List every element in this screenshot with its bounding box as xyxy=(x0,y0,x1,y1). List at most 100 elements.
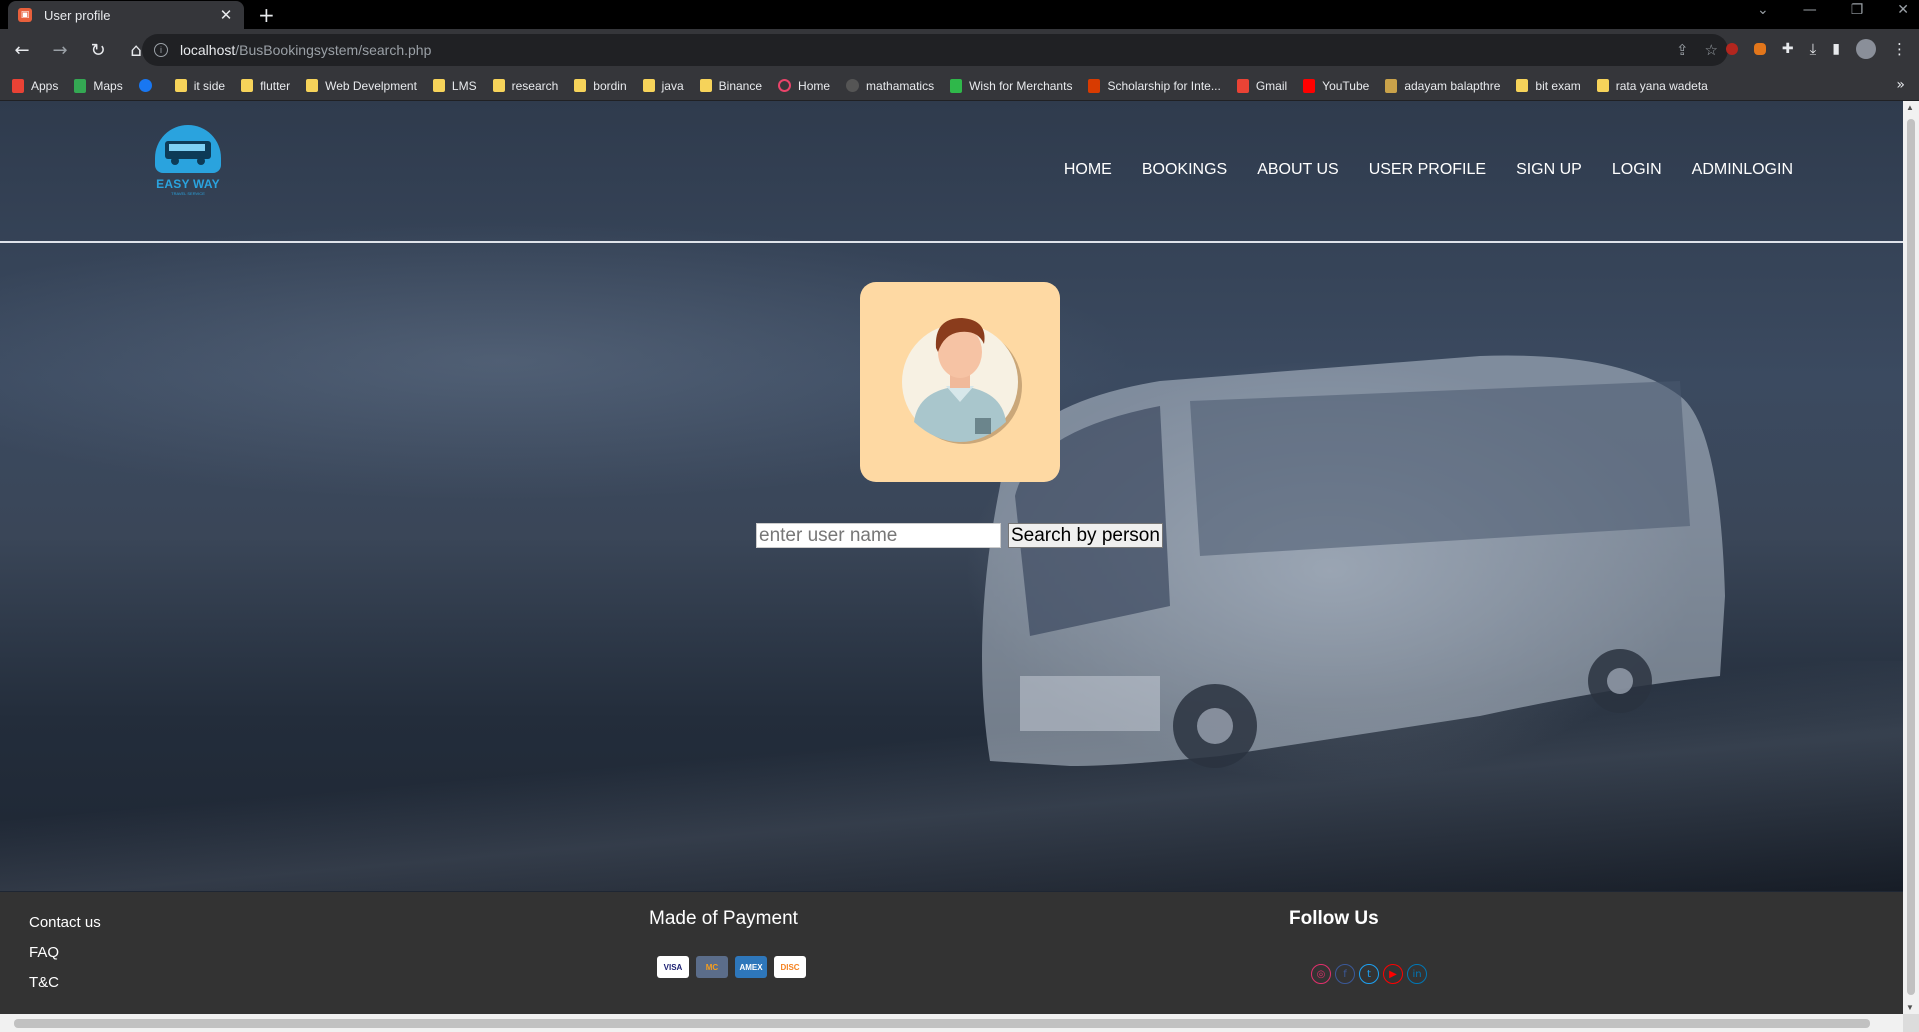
tab-user-profile[interactable]: ▣ User profile ✕ xyxy=(8,1,244,29)
share-icon[interactable]: ⇪ xyxy=(1676,41,1689,59)
horizontal-scroll-thumb[interactable] xyxy=(14,1019,1870,1028)
folder-icon xyxy=(306,79,319,92)
follow-us-title: Follow Us xyxy=(1289,908,1379,929)
tab-title: User profile xyxy=(44,7,111,23)
url-path: /BusBookingsystem/search.php xyxy=(235,42,432,58)
bookmark-item[interactable]: Apps xyxy=(12,78,58,93)
footer-link-faq[interactable]: FAQ xyxy=(29,944,101,961)
bookmark-item[interactable]: Home xyxy=(778,79,830,93)
bookmark-item[interactable]: Scholarship for Inte... xyxy=(1088,78,1221,93)
nav-about-us[interactable]: ABOUT US xyxy=(1257,161,1339,179)
facebook-icon[interactable]: f xyxy=(1335,964,1355,984)
bookmark-item[interactable]: rata yana wadeta xyxy=(1596,78,1708,93)
bookmark-item[interactable]: java xyxy=(642,79,684,93)
nav-bookings[interactable]: BOOKINGS xyxy=(1142,161,1227,179)
bookmark-item[interactable]: bit exam xyxy=(1516,79,1581,93)
bookmark-label: Maps xyxy=(93,78,123,93)
folder-icon xyxy=(699,79,712,92)
bookmark-item[interactable] xyxy=(138,79,159,92)
bookmark-item[interactable]: research xyxy=(492,79,558,93)
bookmark-item[interactable]: adayam balapthre xyxy=(1385,78,1500,93)
payment-card-icon: DISC xyxy=(774,956,806,978)
folder-icon xyxy=(174,79,187,92)
nav-login[interactable]: LOGIN xyxy=(1612,161,1662,179)
footer-link-contact[interactable]: Contact us xyxy=(29,914,101,931)
extension-metamask-icon[interactable] xyxy=(1753,43,1766,55)
extensions-puzzle-icon[interactable]: ✚ xyxy=(1782,41,1794,57)
horizontal-scrollbar[interactable] xyxy=(0,1014,1903,1032)
bookmark-item[interactable]: flutter xyxy=(241,79,290,93)
bookmark-label: it side xyxy=(193,78,226,93)
365-icon xyxy=(1088,78,1101,93)
bookmark-item[interactable]: Web Develpment xyxy=(306,79,417,93)
instagram-icon[interactable]: ◎ xyxy=(1311,964,1331,984)
payment-cards: VISA MC AMEX DISC xyxy=(657,956,806,978)
footer-link-terms[interactable]: T&C xyxy=(29,974,101,991)
extension-red-icon[interactable] xyxy=(1725,43,1738,55)
tab-search-icon[interactable]: ⌄ xyxy=(1757,2,1769,18)
bookmark-item[interactable]: Wish for Merchants xyxy=(950,78,1073,93)
bookmark-label: rata yana wadeta xyxy=(1615,78,1708,93)
scroll-up-icon[interactable]: ▲ xyxy=(1906,103,1914,112)
bookmark-item[interactable]: Binance xyxy=(699,79,762,93)
payment-title: Made of Payment xyxy=(649,908,798,929)
bookmark-item[interactable]: bordin xyxy=(574,79,627,93)
bookmark-item[interactable]: it side xyxy=(174,78,226,93)
nav-user-profile[interactable]: USER PROFILE xyxy=(1369,161,1486,179)
search-by-person-button[interactable]: Search by person xyxy=(1008,523,1163,548)
user-avatar-icon xyxy=(902,318,1022,444)
gmail-icon xyxy=(1236,78,1249,93)
profile-avatar[interactable] xyxy=(1856,39,1876,59)
nav-sign-up[interactable]: SIGN UP xyxy=(1516,161,1582,179)
hero-background xyxy=(0,101,1903,892)
bookmark-item[interactable]: Gmail xyxy=(1236,78,1288,93)
page-footer: Contact us FAQ T&C Made of Payment VISA M… xyxy=(0,892,1903,1014)
nav-admin-login[interactable]: ADMINLOGIN xyxy=(1692,161,1793,179)
easy-way-logo[interactable]: EASY WAY TRAVEL SERVICE xyxy=(150,125,226,205)
minimize-icon[interactable]: — xyxy=(1803,2,1817,18)
youtube-icon[interactable]: ▶ xyxy=(1383,964,1403,984)
vertical-scrollbar[interactable]: ▲ ▼ xyxy=(1903,101,1919,1014)
bookmark-item[interactable]: LMS xyxy=(432,78,477,93)
scroll-down-icon[interactable]: ▼ xyxy=(1906,1003,1914,1012)
extensions-area: ✚ ⤓ ▮ ⋮ xyxy=(1725,39,1907,59)
bookmark-item[interactable]: Maps xyxy=(74,78,123,93)
bookmark-item[interactable]: YouTube xyxy=(1303,78,1370,93)
back-icon[interactable]: ← xyxy=(6,40,38,61)
nav-home[interactable]: HOME xyxy=(1064,161,1112,179)
bookmark-item[interactable]: mathamatics xyxy=(846,79,934,93)
window-controls: ⌄ — ❐ ✕ xyxy=(1757,2,1909,18)
social-links: ◎ f t ▶ in xyxy=(1311,964,1427,984)
bookmarks-overflow-icon[interactable]: » xyxy=(1896,77,1905,93)
forward-icon[interactable]: → xyxy=(44,40,76,61)
logo-tagline: TRAVEL SERVICE xyxy=(171,191,205,196)
reload-icon[interactable]: ↻ xyxy=(82,40,114,61)
restore-icon[interactable]: ❐ xyxy=(1851,2,1864,18)
address-bar[interactable]: i localhost /BusBookingsystem/search.php… xyxy=(142,34,1728,66)
bookmark-label: Gmail xyxy=(1255,78,1288,93)
twitter-icon[interactable]: t xyxy=(1359,964,1379,984)
username-search-input[interactable] xyxy=(756,523,1001,548)
wish-icon xyxy=(950,78,963,93)
side-panel-icon[interactable]: ▮ xyxy=(1832,41,1840,57)
footer-links: Contact us FAQ T&C xyxy=(29,914,101,1004)
download-icon[interactable]: ⤓ xyxy=(1810,40,1817,58)
new-tab-button[interactable]: + xyxy=(258,3,275,27)
browser-toolbar: ← → ↻ ⌂ i localhost /BusBookingsystem/se… xyxy=(0,29,1919,71)
close-window-icon[interactable]: ✕ xyxy=(1897,2,1909,18)
tab-strip: ▣ User profile ✕ + ⌄ — ❐ ✕ xyxy=(0,0,1919,29)
bookmark-label: YouTube xyxy=(1322,78,1370,93)
payment-card-icon: VISA xyxy=(657,956,689,978)
folder-icon xyxy=(241,79,254,92)
linkedin-icon[interactable]: in xyxy=(1407,964,1427,984)
site-info-icon[interactable]: i xyxy=(154,43,168,57)
vertical-scroll-thumb[interactable] xyxy=(1907,119,1915,995)
menu-kebab-icon[interactable]: ⋮ xyxy=(1892,40,1907,58)
bookmark-label: Wish for Merchants xyxy=(969,78,1073,93)
bookmark-label: LMS xyxy=(451,78,477,93)
folder-icon xyxy=(574,79,587,92)
bookmark-label: Web Develpment xyxy=(325,78,417,93)
tab-close-icon[interactable]: ✕ xyxy=(218,6,234,24)
bookmark-label: flutter xyxy=(260,78,291,93)
bookmark-star-icon[interactable]: ☆ xyxy=(1705,41,1718,59)
